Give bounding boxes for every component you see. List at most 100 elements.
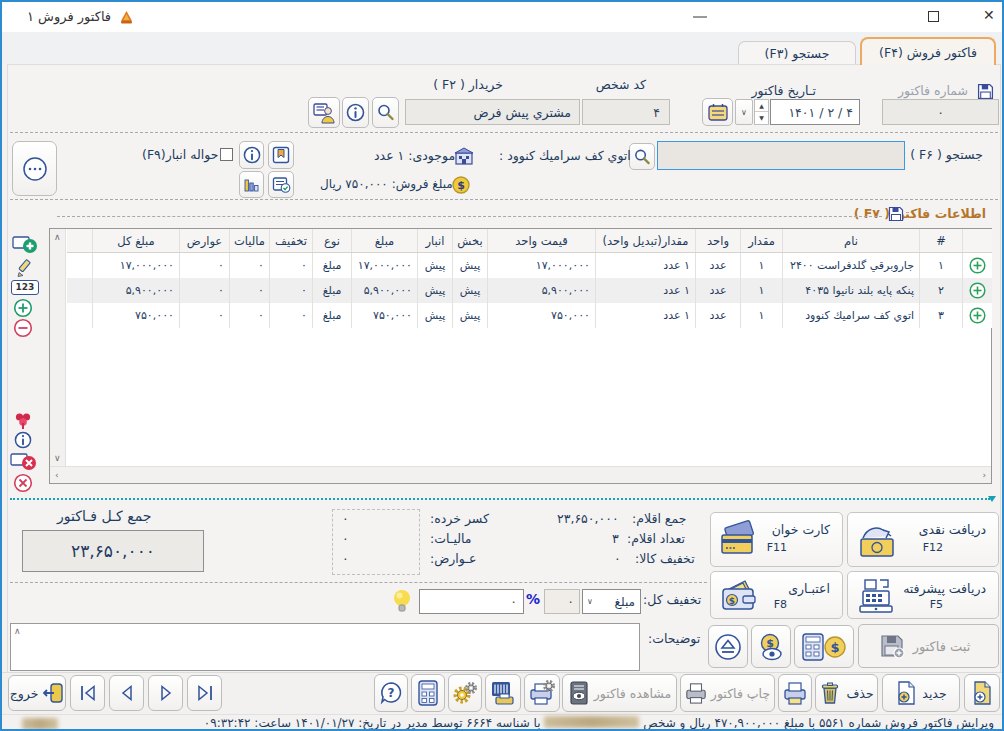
column-header-qty_conv[interactable]: مقدار(تبدیل واحد) [595,229,695,252]
customer-button[interactable] [308,97,340,128]
column-header-qty[interactable]: مقدار [740,229,782,252]
table-cell-unit_price: ۵,۹۰۰,۰۰۰ [487,278,595,303]
warehouse-receipt-checkbox[interactable] [220,148,233,161]
redacted-left [22,718,58,730]
table-cell-discount: ۰ [269,278,312,303]
column-header-section[interactable]: بخش [452,229,487,252]
search-icon [633,148,651,166]
maximize-button[interactable] [928,11,939,22]
confirm-card-button[interactable] [268,171,294,198]
table-cell-qty: ۱ [740,278,782,303]
price-view-button[interactable]: $ [751,625,791,668]
fraction-value: ۰ [342,511,349,526]
item-discount-label: تخفیف کالا: [635,551,695,566]
minimize-button[interactable] [693,16,707,18]
table-cell-name: پنكه پايه بلند نانيوا ۴۰۳۵ [782,278,919,303]
column-header-tax[interactable]: مالیات [229,229,269,252]
column-header-total[interactable]: مبلغ کل [92,229,179,252]
print-settings-button[interactable] [524,674,560,712]
person-search-button[interactable] [372,97,399,128]
splitter[interactable] [10,498,990,500]
discount-amount-field[interactable]: ۰ [419,589,524,614]
view-invoice-button[interactable]: مشاهده فاکتور [562,674,677,712]
bookmark-button[interactable] [268,141,294,169]
cancel-button[interactable] [13,473,33,497]
submit-invoice-button[interactable]: ثبت فاکتور [858,624,999,668]
table-cell-unit: عدد [695,278,740,303]
person-info-button[interactable] [342,97,369,128]
print-invoice-button[interactable]: چاپ فاکتور [680,674,775,712]
column-header-name[interactable]: نام [782,229,919,252]
table-cell-num: ۱ [919,253,962,278]
column-header-unit_price[interactable]: قیمت واحد [487,229,595,252]
close-button[interactable]: ✕ [983,7,995,23]
chart-button[interactable] [239,171,264,198]
settings-button[interactable] [448,674,482,712]
column-header-unit[interactable]: واحد [695,229,740,252]
table-row[interactable]: ۲پنكه پايه بلند نانيوا ۴۰۳۵۱عدد۱ عدد۵,۹۰… [67,278,992,303]
table-vertical-scrollbar[interactable]: ∧ ∨ [50,229,66,466]
splitter-pin-icon[interactable] [987,494,997,504]
column-header-amount[interactable]: مبلغ [351,229,417,252]
calendar-button[interactable] [702,98,733,126]
table-cell-total: ۷۵۰,۰۰۰ [92,303,179,328]
column-header-plus[interactable] [962,229,992,252]
help-button[interactable]: ? [374,674,408,712]
table-horizontal-scrollbar[interactable]: ‹ › [50,466,991,483]
column-header-duty[interactable]: عوارض [179,229,229,252]
item-info-button[interactable] [239,141,264,169]
new-template-button[interactable] [964,674,1000,712]
advanced-receive-button[interactable]: دریافت پیشرفته F5 [847,571,999,619]
decrease-button[interactable] [13,318,33,342]
discount-percent-field[interactable]: ۰ [544,589,580,614]
tab-invoice[interactable]: فاکتور فروش (F۴) [860,37,996,65]
more-options-button[interactable] [12,141,57,196]
save-small-icon[interactable] [888,206,904,222]
invoice-total-label: جمع کـل فـاکتور [57,508,151,524]
table-row[interactable]: ۳اتوي كف سراميك كنوود۱عدد۱ عدد۷۵۰,۰۰۰پیش… [67,303,992,328]
item-search-button[interactable] [629,143,655,170]
discount-type-select[interactable]: مبلغ ∨ [582,589,641,614]
calculator-button[interactable] [411,674,445,712]
row-expand-icon[interactable] [962,253,992,278]
notes-textarea[interactable]: ∧ [10,623,640,671]
date-spinner[interactable]: ▲ ▼ [754,99,769,125]
row-edit-button[interactable] [15,258,35,282]
buyer-label: خریدار ( F۲ ) [433,77,503,92]
tab-search[interactable]: جستجو (F۳) [738,41,856,65]
invoice-date-field[interactable]: ۱۴۰۱ / ۲ / ۴ [770,99,860,125]
lightbulb-icon[interactable] [391,588,413,615]
row-expand-icon[interactable] [962,278,992,303]
table-cell-qty: ۱ [740,303,782,328]
print-button[interactable] [778,674,812,712]
column-header-fill[interactable] [65,229,92,252]
nav-prev-button[interactable] [109,675,144,711]
row-expand-icon[interactable] [962,303,992,328]
buyer-field[interactable]: مشتري پيش فرض [405,99,580,125]
app-logo-icon [118,9,135,26]
credit-button[interactable]: اعتبـاری F8 $ [710,571,843,619]
table-row[interactable]: ۱جاروبرقي گلدفراست ۲۴۰۰۱عدد۱ عدد۱۷,۰۰۰,۰… [67,253,992,278]
exit-button[interactable]: خروج [8,675,66,711]
ellipsis-icon [22,156,48,182]
nav-next-button[interactable] [148,675,183,711]
label-print-button[interactable] [485,674,521,712]
row-add-button[interactable] [12,233,38,259]
delete-button[interactable]: حذف [815,674,878,712]
invoice-total-box: ۲۳,۶۵۰,۰۰۰ [22,530,204,572]
new-button[interactable]: جدید [882,674,960,712]
item-search-label: جستجو ( F۶ ) : [902,147,983,162]
column-header-num[interactable]: # [919,229,962,252]
calc-price-button[interactable]: $ [794,625,854,668]
nav-last-button[interactable] [187,675,222,711]
row-number-button[interactable]: 123 [11,280,39,295]
eject-button[interactable] [708,625,748,668]
card-reader-button[interactable]: کارت خوان F11 [710,512,843,567]
column-header-discount[interactable]: تخفیف [269,229,312,252]
item-search-input[interactable] [657,141,905,170]
cash-receive-button[interactable]: دریافت نقدی F12 [847,512,999,567]
column-header-type[interactable]: نوع [312,229,351,252]
date-dropdown-button[interactable]: ∨ [735,99,753,125]
column-header-warehouse[interactable]: انبار [417,229,452,252]
nav-first-button[interactable] [70,675,105,711]
